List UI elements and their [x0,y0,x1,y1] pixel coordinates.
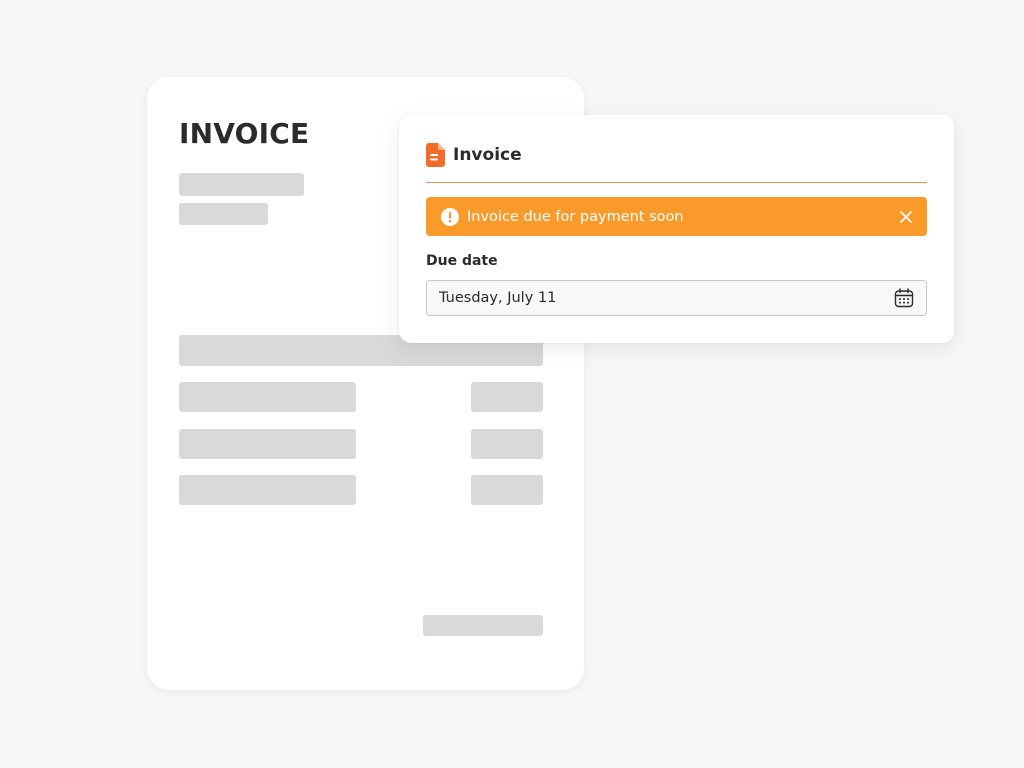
alert-close-button[interactable] [891,202,921,232]
document-icon [426,143,445,167]
panel-title: Invoice [453,145,522,165]
close-icon [900,210,912,223]
calendar-button[interactable] [892,286,916,310]
placeholder-row-label [179,382,356,412]
placeholder-line [179,203,268,225]
panel-header: Invoice [426,142,522,168]
canvas: INVOICE Invoice Invoice due for payment … [0,0,1024,768]
due-date-value: Tuesday, July 11 [439,290,557,306]
placeholder-row-label [179,475,356,505]
invoice-panel: Invoice Invoice due for payment soon Due… [399,115,954,343]
calendar-icon [894,288,914,308]
header-divider [426,182,927,183]
exclamation-circle-icon [441,207,459,226]
due-alert-banner: Invoice due for payment soon [426,197,927,236]
placeholder-total [423,615,543,636]
alert-message: Invoice due for payment soon [467,208,684,225]
due-date-input[interactable]: Tuesday, July 11 [426,280,927,316]
placeholder-row-amount [471,429,543,459]
placeholder-line [179,173,304,196]
placeholder-row-amount [471,475,543,505]
placeholder-row-amount [471,382,543,412]
document-title: INVOICE [179,117,310,150]
due-date-label: Due date [426,253,498,269]
placeholder-row-label [179,429,356,459]
